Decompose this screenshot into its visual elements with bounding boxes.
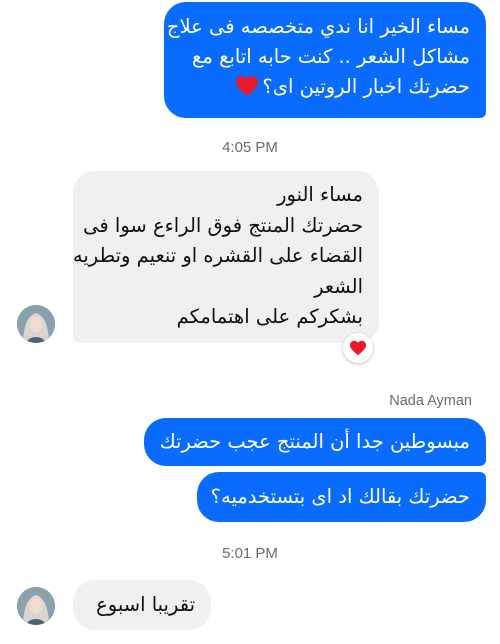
- outgoing-message-bubble[interactable]: مبسوطين جدا أن المنتج عجب حضرتك: [144, 418, 486, 466]
- message-reaction[interactable]: [343, 333, 373, 363]
- outgoing-message-bubble[interactable]: مساء الخير انا ندي متخصصه فى علاج مشاكل …: [164, 2, 486, 118]
- message-text: حضرتك اخبار الروتين اى؟: [262, 75, 470, 98]
- message-line: القضاء على القشره او تنعيم وتطريه: [72, 244, 363, 267]
- chat-thread: مساء الخير انا ندي متخصصه فى علاج مشاكل …: [0, 0, 500, 644]
- message-line: مساء الخير انا ندي متخصصه فى علاج: [166, 15, 470, 38]
- outgoing-message-bubble[interactable]: حضرتك بقالك اد اى بتستخدميه؟: [197, 472, 486, 522]
- message-line: مساء النور: [277, 183, 363, 206]
- message-text: مبسوطين جدا أن المنتج عجب حضرتك: [159, 430, 470, 453]
- incoming-message-bubble[interactable]: مساء النور حضرتك المنتج فوق الراءع سوا ف…: [73, 171, 379, 343]
- heart-icon: [235, 75, 259, 97]
- contact-avatar[interactable]: [17, 305, 55, 343]
- message-line: مشاكل الشعر .. كنت حابه اتابع مع: [192, 45, 470, 68]
- contact-avatar[interactable]: [17, 587, 55, 625]
- timestamp: 4:05 PM: [222, 139, 278, 156]
- timestamp: 5:01 PM: [222, 545, 278, 562]
- incoming-message-bubble[interactable]: تقريبا اسبوع: [73, 580, 211, 630]
- message-text: تقريبا اسبوع: [96, 593, 195, 616]
- message-line: بشكركم على اهتمامكم: [176, 305, 363, 328]
- message-text: حضرتك بقالك اد اى بتستخدميه؟: [210, 485, 470, 508]
- heart-icon: [349, 340, 367, 356]
- sender-name: Nada Ayman: [389, 393, 472, 409]
- message-line: حضرتك المنتج فوق الراءع سوا فى: [83, 213, 363, 237]
- message-line: الشعر: [314, 274, 363, 298]
- message-line: حضرتك اخبار الروتين اى؟: [174, 72, 470, 102]
